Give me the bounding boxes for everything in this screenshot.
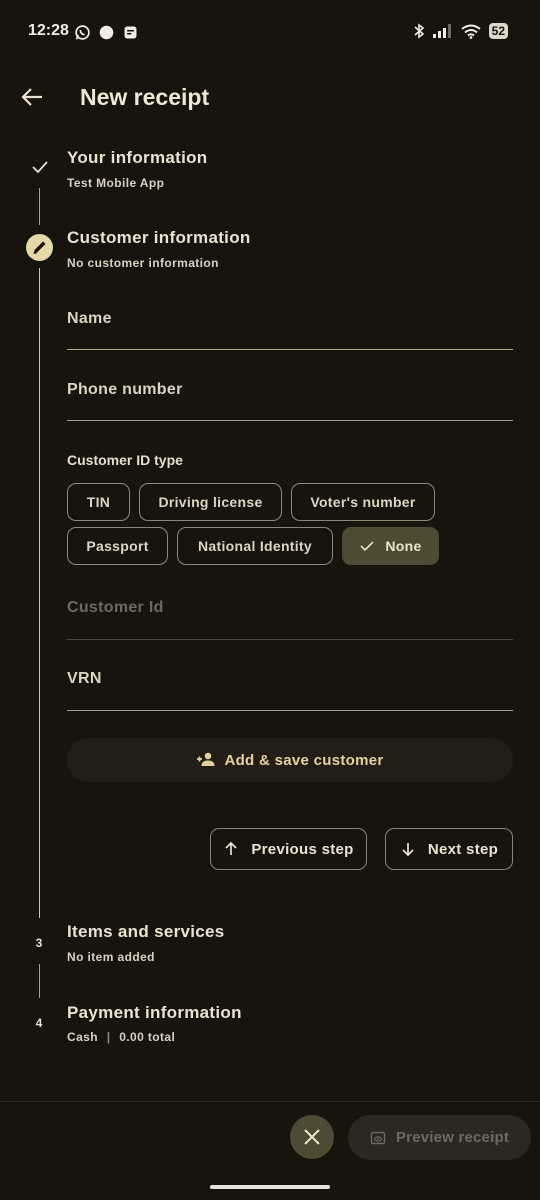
step-customer-information[interactable]: Customer information <box>67 228 251 248</box>
check-icon <box>360 541 374 552</box>
close-icon <box>304 1129 320 1145</box>
message-icon <box>124 26 137 39</box>
phone-number-field[interactable]: Phone number <box>67 381 183 399</box>
wifi-icon <box>461 24 481 39</box>
stepper-connector <box>39 964 40 998</box>
step-3-number: 3 <box>35 936 43 950</box>
step-your-information[interactable]: Your information <box>67 148 207 168</box>
whatsapp-icon <box>75 25 90 40</box>
arrow-up-icon <box>225 841 237 855</box>
chip-none-label: None <box>385 538 422 554</box>
pencil-icon <box>33 241 46 254</box>
payment-total: 0.00 total <box>119 1030 176 1044</box>
signal-icon <box>432 24 451 38</box>
step-your-information-subtitle: Test Mobile App <box>67 176 165 190</box>
chip-tin[interactable]: TIN <box>67 483 130 521</box>
step-customer-information-subtitle: No customer information <box>67 256 219 270</box>
step-edit-indicator <box>26 234 53 261</box>
name-field-underline <box>67 349 513 350</box>
chip-none[interactable]: None <box>342 527 439 565</box>
add-save-customer-button[interactable]: Add & save customer <box>67 738 513 782</box>
preview-icon <box>370 1131 386 1144</box>
previous-step-label: Previous step <box>251 840 354 858</box>
chip-passport[interactable]: Passport <box>67 527 168 565</box>
chip-voters-number[interactable]: Voter's number <box>291 483 435 521</box>
page-title: New receipt <box>80 84 210 110</box>
vrn-field-underline <box>67 710 513 711</box>
stepper-connector <box>39 188 40 225</box>
payment-separator: | <box>106 1030 111 1044</box>
step-items-subtitle: No item added <box>67 950 155 964</box>
customer-id-underline <box>67 639 513 640</box>
bluetooth-icon <box>414 23 424 39</box>
home-indicator[interactable] <box>210 1185 330 1189</box>
phone-field-underline <box>67 420 513 421</box>
previous-step-button[interactable]: Previous step <box>210 828 367 870</box>
payment-method: Cash <box>67 1030 98 1044</box>
next-step-label: Next step <box>427 840 499 858</box>
stepper-connector-active <box>39 268 40 918</box>
step-payment-subtitle: Cash | 0.00 total <box>67 1030 175 1044</box>
step-4-number: 4 <box>35 1016 43 1030</box>
customer-id-field: Customer Id <box>67 599 164 616</box>
back-arrow-icon[interactable] <box>18 84 46 110</box>
arrow-down-icon <box>402 843 414 857</box>
preview-receipt-label: Preview receipt <box>395 1129 510 1146</box>
close-button[interactable] <box>290 1115 334 1159</box>
status-notification-icons <box>74 24 139 41</box>
preview-receipt-button[interactable]: Preview receipt <box>348 1115 531 1160</box>
chip-national-identity[interactable]: National Identity <box>177 527 333 565</box>
dot-icon <box>99 25 114 40</box>
status-system-icons: 52 <box>413 23 508 39</box>
step-payment-information[interactable]: Payment information <box>67 1003 242 1023</box>
name-field[interactable]: Name <box>67 310 112 328</box>
step-items-and-services[interactable]: Items and services <box>67 922 225 942</box>
status-time: 12:28 <box>28 22 69 39</box>
chip-driving-license[interactable]: Driving license <box>139 483 282 521</box>
add-save-customer-label: Add & save customer <box>224 751 384 769</box>
customer-id-type-label: Customer ID type <box>67 452 183 468</box>
vrn-field[interactable]: VRN <box>67 670 102 688</box>
bottom-divider <box>0 1101 540 1102</box>
battery-indicator: 52 <box>488 23 508 39</box>
next-step-button[interactable]: Next step <box>385 828 513 870</box>
person-add-icon <box>197 752 215 766</box>
check-icon <box>32 161 48 174</box>
